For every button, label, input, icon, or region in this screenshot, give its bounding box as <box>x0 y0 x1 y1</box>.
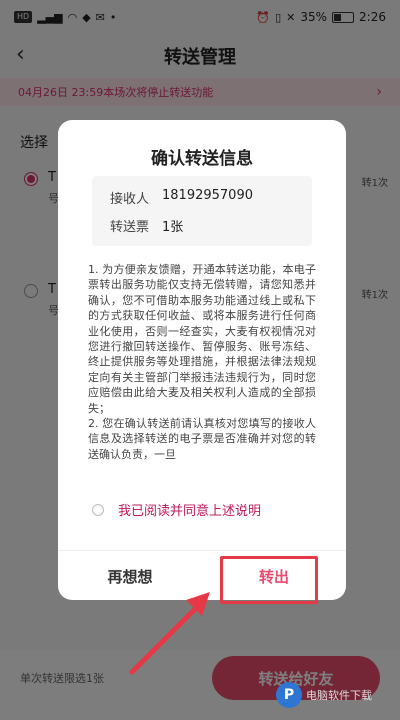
recipient-value: 18192957090 <box>162 188 253 203</box>
ticket-label: 转送票 <box>110 220 150 235</box>
dialog-title: 确认转送信息 <box>151 149 253 169</box>
watermark: P 电脑软件下载 <box>276 682 372 708</box>
confirm-transfer-dialog: 确认转送信息 接收人 18192957090 转送票 1张 1. 为方便亲友馈赠… <box>58 120 346 600</box>
recipient-label: 接收人 <box>110 192 150 207</box>
recipient-row: 接收人 18192957090 <box>110 188 253 207</box>
transfer-info-box: 接收人 18192957090 转送票 1张 <box>92 176 312 246</box>
agree-radio[interactable] <box>92 503 104 516</box>
dialog-divider <box>58 550 346 551</box>
transfer-terms-text[interactable]: 1. 为方便亲友馈赠，开通本转送功能，本电子票转出服务功能仅支持无偿转赠，请您知… <box>88 262 316 482</box>
watermark-text: 电脑软件下载 <box>306 689 372 702</box>
agree-row[interactable]: 我已阅读并同意上述说明 <box>92 500 261 519</box>
agree-text: 我已阅读并同意上述说明 <box>118 504 262 519</box>
watermark-logo-icon: P <box>276 682 302 708</box>
cancel-button[interactable]: 再想想 <box>58 552 202 600</box>
highlight-box <box>220 556 318 604</box>
ticket-value: 1张 <box>162 220 184 235</box>
ticket-row: 转送票 1张 <box>110 216 183 235</box>
